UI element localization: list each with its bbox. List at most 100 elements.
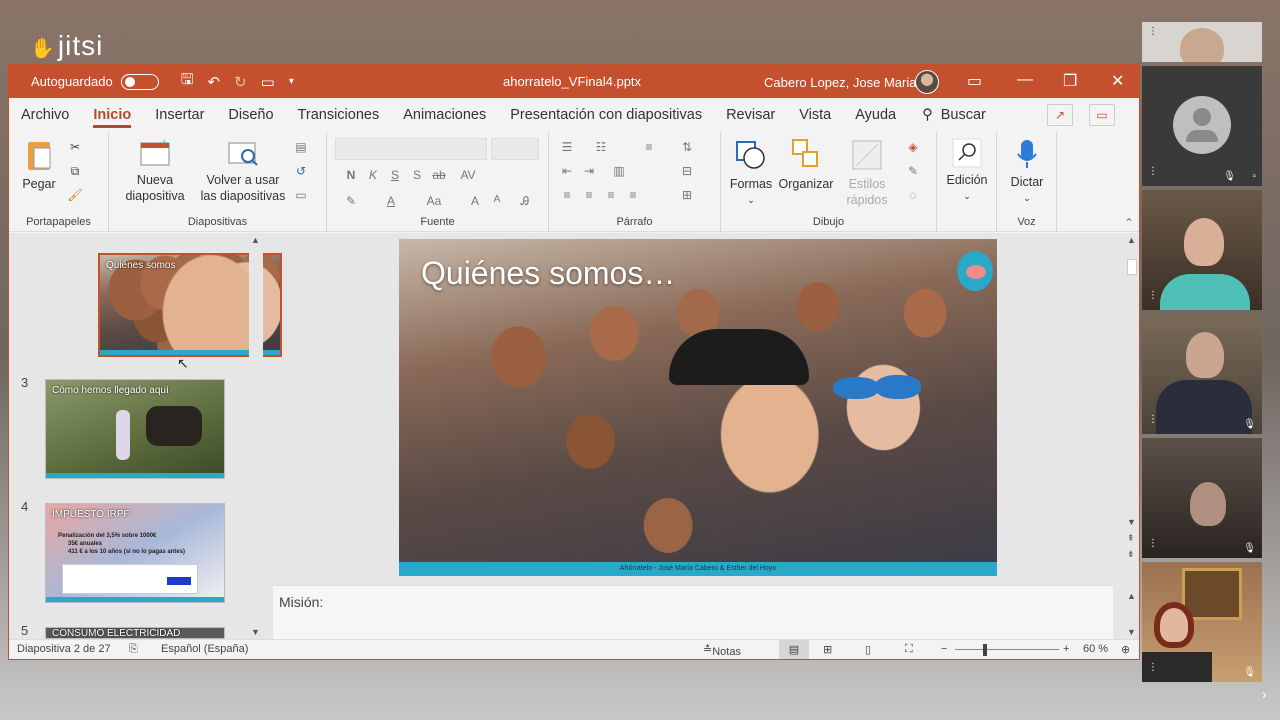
user-avatar[interactable]	[915, 70, 939, 94]
strikethrough-button[interactable]: ab	[431, 168, 447, 182]
italic-button[interactable]: K	[365, 168, 381, 182]
restore-icon[interactable]: ❐	[1063, 71, 1077, 91]
more-options-icon[interactable]: ⋮	[1148, 166, 1158, 177]
notes-pane[interactable]: Misión:	[273, 585, 1113, 639]
font-name-field[interactable]	[335, 138, 487, 160]
shape-effects-icon[interactable]: ◌	[905, 188, 921, 202]
tab-archivo[interactable]: Archivo	[9, 98, 81, 132]
slide-sorter-icon[interactable]: ⊞	[823, 643, 832, 656]
slide-thumbnail-4[interactable]: IMPUESTO IRPF Penalización del 3,5% sobr…	[45, 503, 225, 603]
more-options-icon[interactable]: ⋮	[1148, 26, 1158, 37]
participant-tile[interactable]: ⋮ 🎙 ▫	[1142, 66, 1262, 186]
columns-icon[interactable]: ▥	[611, 164, 627, 178]
more-options-icon[interactable]: ⋮	[1148, 538, 1158, 549]
bold-button[interactable]: N	[343, 168, 359, 182]
shape-outline-icon[interactable]: ✎	[905, 164, 921, 178]
close-icon[interactable]: ✕	[1111, 71, 1124, 91]
notes-scrollbar[interactable]: ▲ ▼	[1125, 589, 1139, 639]
change-case-button[interactable]: Aa	[423, 194, 445, 208]
notes-text[interactable]: Misión:	[279, 594, 323, 610]
ribbon-display-icon[interactable]: ▭	[967, 71, 982, 91]
participant-tile[interactable]: ⋮	[1142, 22, 1262, 62]
reuse-slides-button[interactable]: Volver a usar las diapositivas	[197, 138, 289, 204]
cut-icon[interactable]: ✂	[67, 140, 83, 154]
reading-view-icon[interactable]: ▯	[865, 643, 871, 656]
share-button[interactable]: ↗	[1047, 104, 1073, 126]
autosave-toggle[interactable]	[120, 73, 159, 90]
arrange-button[interactable]: Organizar	[777, 138, 835, 192]
slide-thumbnails-pane[interactable]: Quiénes somos ↖ 3 Cómo hemos llegado aqu…	[9, 233, 282, 639]
comments-button[interactable]: ▭	[1089, 104, 1115, 126]
previous-slide-icon[interactable]: ⇞	[1127, 533, 1135, 544]
slide-thumbnail-3[interactable]: Cómo hemos llegado aquí	[45, 379, 225, 479]
shadow-button[interactable]: S	[409, 168, 425, 182]
notes-toggle[interactable]: ≛ Notas	[703, 643, 741, 658]
next-slide-icon[interactable]: ⇟	[1127, 549, 1135, 560]
quick-styles-button[interactable]: Estilos rápidos	[839, 138, 895, 208]
scroll-down-icon[interactable]: ▼	[1127, 517, 1136, 527]
save-icon[interactable]: 🖫	[181, 69, 194, 94]
decrease-font-button[interactable]: A	[489, 194, 505, 208]
zoom-in-icon[interactable]: +	[1063, 643, 1069, 655]
justify-icon[interactable]: ≡	[625, 188, 641, 202]
spacing-button[interactable]: AV	[457, 168, 479, 182]
thumbnails-scrollbar[interactable]: ▲ ▼	[249, 233, 263, 639]
increase-font-button[interactable]: A	[467, 194, 483, 208]
scroll-up-icon[interactable]: ▲	[1127, 235, 1136, 245]
highlight-icon[interactable]: ✎	[343, 194, 359, 208]
normal-view-icon[interactable]: ▤	[779, 640, 809, 659]
reset-icon[interactable]: ↺	[293, 164, 309, 178]
section-icon[interactable]: ▭	[293, 188, 309, 202]
smartart-icon[interactable]: ⊞	[679, 188, 695, 202]
tab-revisar[interactable]: Revisar	[714, 98, 787, 132]
tab-vista[interactable]: Vista	[787, 98, 843, 132]
more-options-icon[interactable]: ⋮	[1148, 662, 1158, 673]
clear-format-icon[interactable]: Ꭿ	[517, 194, 533, 208]
shape-fill-icon[interactable]: ◈	[905, 140, 921, 154]
align-center-icon[interactable]: ≡	[581, 188, 597, 202]
user-name[interactable]: Cabero Lopez, Jose Maria	[764, 75, 916, 90]
minimize-icon[interactable]: —	[1017, 71, 1033, 89]
layout-icon[interactable]: ▤	[293, 140, 309, 154]
align-left-icon[interactable]: ≡	[559, 188, 575, 202]
slideshow-icon[interactable]: ⛶	[905, 643, 913, 656]
zoom-level[interactable]: 60 %	[1083, 643, 1108, 655]
numbering-icon[interactable]: ☷	[593, 140, 609, 154]
participant-tile[interactable]: ⋮ 🎙	[1142, 314, 1262, 434]
tab-diseno[interactable]: Diseño	[216, 98, 285, 132]
more-options-icon[interactable]: ⋮	[1148, 414, 1158, 425]
slide-scrollbar[interactable]: ▲ ▼ ⇞ ⇟	[1125, 233, 1139, 585]
scroll-up-icon[interactable]: ▲	[251, 235, 260, 245]
slide-title[interactable]: Quiénes somos…	[421, 255, 675, 292]
zoom-out-icon[interactable]: −	[941, 643, 947, 655]
spellcheck-icon[interactable]: ⎘	[129, 643, 138, 656]
shapes-button[interactable]: Formas ⌄	[729, 138, 773, 208]
fit-slide-icon[interactable]: ⊕	[1121, 643, 1130, 656]
participant-tile[interactable]: ⋮ 🎙	[1142, 438, 1262, 558]
decrease-indent-icon[interactable]: ⇤	[559, 164, 575, 178]
participant-tile[interactable]: ⋮	[1142, 190, 1262, 310]
search-box[interactable]: ⚲ Buscar	[922, 107, 986, 123]
language-indicator[interactable]: Español (España)	[161, 643, 248, 655]
text-direction-icon[interactable]: ⇅	[679, 140, 695, 154]
scroll-up-icon[interactable]: ▲	[1127, 591, 1136, 601]
paste-button[interactable]: Pegar	[19, 138, 59, 192]
scroll-down-icon[interactable]: ▼	[1127, 627, 1136, 637]
tab-insertar[interactable]: Insertar	[143, 98, 216, 132]
tab-inicio[interactable]: Inicio	[81, 98, 143, 132]
start-presentation-icon[interactable]: ▭	[261, 73, 275, 91]
new-slide-button[interactable]: + Nueva diapositiva	[117, 138, 193, 204]
tab-ayuda[interactable]: Ayuda	[843, 98, 908, 132]
scroll-down-icon[interactable]: ▼	[251, 627, 260, 637]
undo-icon[interactable]: ↶	[207, 73, 220, 91]
scroll-thumb[interactable]	[1127, 259, 1137, 275]
align-text-icon[interactable]: ⊟	[679, 164, 695, 178]
dictate-button[interactable]: Dictar ⌄	[1003, 138, 1051, 206]
slide-thumbnail-5[interactable]: CONSUMO ELECTRICIDAD	[45, 627, 225, 639]
slide-canvas[interactable]: Quiénes somos… Ahórratelo - José María C…	[399, 239, 997, 576]
tab-transiciones[interactable]: Transiciones	[286, 98, 392, 132]
line-spacing-icon[interactable]: ≡	[641, 140, 657, 154]
increase-indent-icon[interactable]: ⇥	[581, 164, 597, 178]
redo-icon[interactable]: ↻	[234, 73, 247, 91]
align-right-icon[interactable]: ≡	[603, 188, 619, 202]
